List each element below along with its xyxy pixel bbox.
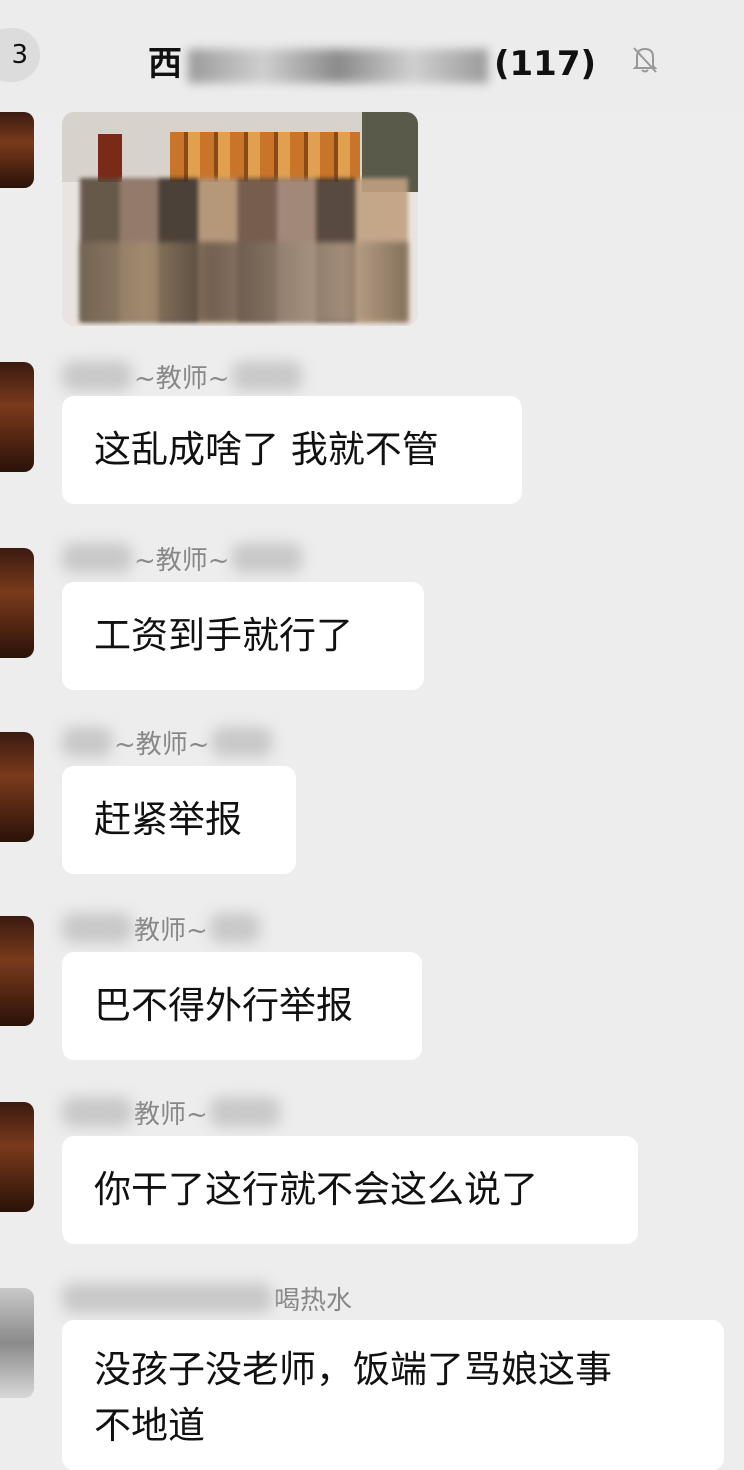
avatar[interactable] <box>0 916 34 1026</box>
avatar[interactable] <box>0 362 34 472</box>
sender-name-blurred <box>62 1097 132 1127</box>
bell-off-icon <box>632 47 658 73</box>
avatar[interactable] <box>0 732 34 842</box>
sender-nickname: 喝热水 <box>274 1285 353 1316</box>
sender-name-blurred <box>211 727 272 757</box>
message-line: 没孩子没老师，饭端了骂娘这事 <box>94 1348 612 1391</box>
sender-name: 教师~ <box>62 908 260 948</box>
sender-role: 教师~ <box>134 915 208 946</box>
image-message[interactable] <box>62 112 418 326</box>
message-bubble[interactable]: 这乱成啥了 我就不管 <box>62 396 522 504</box>
member-count: (117) <box>493 44 597 84</box>
sender-name-blurred <box>209 913 260 943</box>
sender-role: ~教师~ <box>114 729 210 760</box>
photo-door <box>98 134 122 182</box>
message-bubble[interactable]: 工资到手就行了 <box>62 582 424 690</box>
message-bubble[interactable]: 没孩子没老师，饭端了骂娘这事 不地道 <box>62 1320 724 1470</box>
sender-name: ~教师~ <box>62 538 302 578</box>
sender-name-blurred <box>62 543 132 573</box>
photo-mosaic-lower <box>80 242 408 322</box>
sender-name-blurred <box>62 913 132 943</box>
message-bubble[interactable]: 巴不得外行举报 <box>62 952 422 1060</box>
sender-name-blurred <box>62 1283 272 1313</box>
sender-name-blurred <box>62 361 132 391</box>
chat-title-blurred <box>187 48 488 83</box>
sender-name: 教师~ <box>62 1092 280 1132</box>
sender-role: ~教师~ <box>134 545 230 576</box>
avatar[interactable] <box>0 112 34 188</box>
avatar[interactable] <box>0 1102 34 1212</box>
photo-board <box>170 132 360 182</box>
sender-name: ~教师~ <box>62 722 272 762</box>
message-bubble[interactable]: 你干了这行就不会这么说了 <box>62 1136 638 1244</box>
sender-name-blurred <box>209 1097 280 1127</box>
avatar[interactable] <box>0 548 34 658</box>
chat-header: 3 西 (117) <box>0 0 744 110</box>
message-bubble[interactable]: 赶紧举报 <box>62 766 296 874</box>
sender-name-blurred <box>231 543 302 573</box>
sender-role: ~教师~ <box>134 363 230 394</box>
sender-name-blurred <box>231 361 302 391</box>
sender-name: 喝热水 <box>62 1278 354 1318</box>
sender-name: ~教师~ <box>62 356 302 396</box>
avatar[interactable] <box>0 1288 34 1398</box>
chat-title-prefix: 西 <box>147 44 182 84</box>
sender-name-blurred <box>62 727 112 757</box>
message-line: 不地道 <box>94 1404 205 1447</box>
sender-role: 教师~ <box>134 1099 208 1130</box>
